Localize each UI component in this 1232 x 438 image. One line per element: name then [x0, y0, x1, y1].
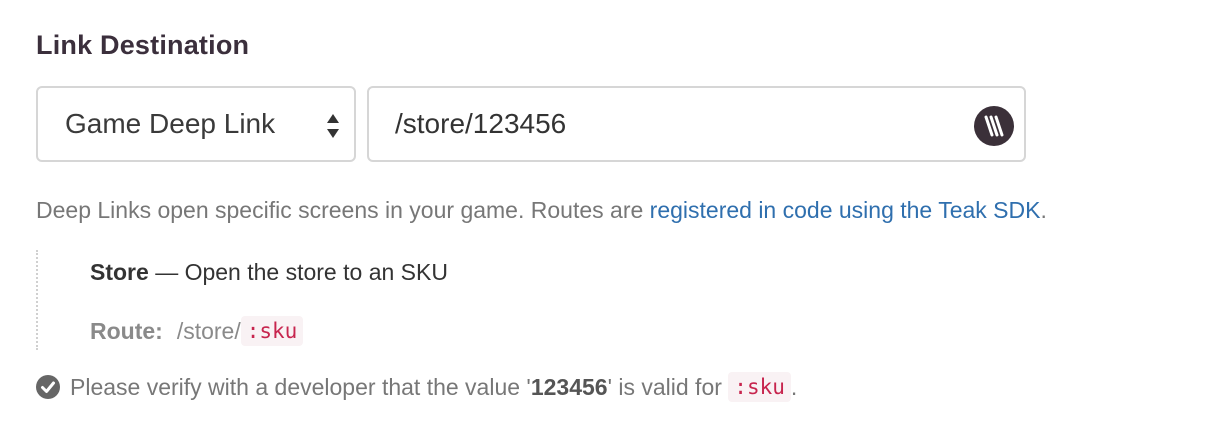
- route-path-prefix: /store/: [176, 317, 241, 344]
- route-separator: —: [155, 259, 179, 285]
- route-name-line: Store — Open the store to an SKU: [90, 259, 448, 286]
- check-circle-icon: [36, 375, 60, 399]
- verify-message: Please verify with a developer that the …: [36, 372, 797, 402]
- verify-text-before: Please verify with a developer that the …: [70, 373, 531, 400]
- teak-sdk-link[interactable]: registered in code using the Teak SDK: [650, 197, 1041, 223]
- help-text-body: Deep Links open specific screens in your…: [36, 197, 650, 223]
- verify-text-after: .: [790, 373, 798, 400]
- route-path-label: Route:: [90, 317, 163, 344]
- destination-type-select[interactable]: Game Deep Link: [36, 86, 356, 162]
- route-name: Store: [90, 259, 149, 285]
- verify-value: 123456: [530, 373, 608, 400]
- vault-icon[interactable]: [974, 106, 1014, 146]
- verify-param: :sku: [728, 372, 791, 402]
- deep-link-input[interactable]: /store/123456: [367, 86, 1026, 162]
- route-path-param: :sku: [240, 316, 304, 346]
- section-title: Link Destination: [36, 30, 250, 60]
- help-text-suffix: .: [1040, 197, 1047, 223]
- verify-text-middle: ' is valid for: [607, 373, 722, 400]
- route-path-line: Route: /store/ :sku: [90, 316, 304, 346]
- deep-link-value: /store/123456: [395, 108, 567, 139]
- help-text: Deep Links open specific screens in your…: [36, 197, 1047, 224]
- route-description: Open the store to an SKU: [184, 259, 448, 285]
- route-details: Store — Open the store to an SKU Route: …: [36, 250, 736, 350]
- select-arrows-icon: [327, 114, 339, 138]
- destination-type-value: Game Deep Link: [65, 108, 276, 139]
